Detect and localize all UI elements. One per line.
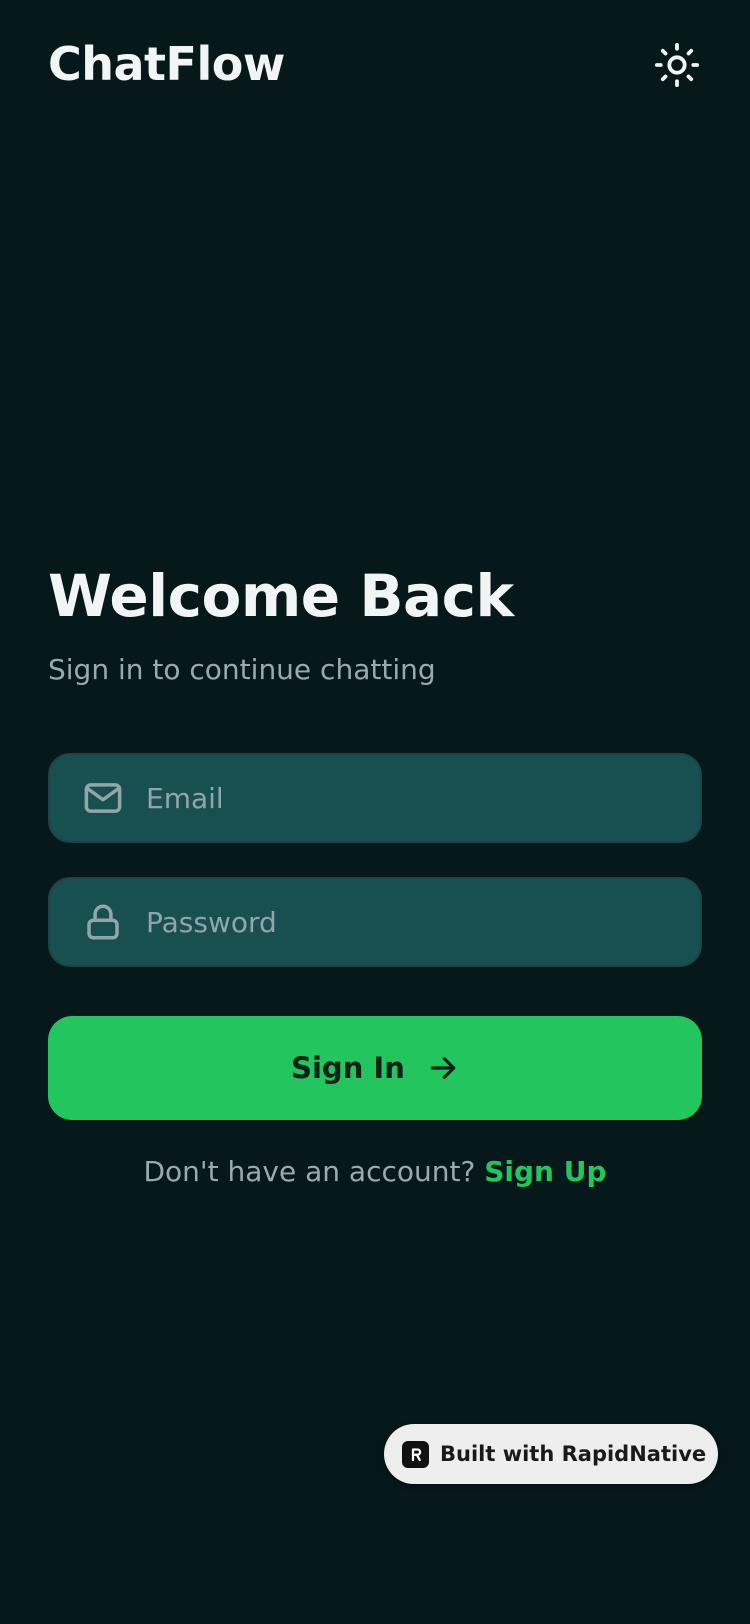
- theme-toggle-button[interactable]: [650, 38, 704, 92]
- arrow-right-icon: [430, 1057, 456, 1079]
- sun-icon: [654, 42, 700, 88]
- sign-in-label: Sign In: [291, 1051, 405, 1085]
- sign-in-button[interactable]: Sign In: [48, 1016, 702, 1120]
- lock-icon: [87, 904, 119, 940]
- welcome-title: Welcome Back: [48, 562, 514, 630]
- password-input[interactable]: [146, 879, 686, 965]
- signup-prompt-row: Don't have an account? Sign Up: [0, 1152, 750, 1192]
- badge-label: Built with RapidNative: [440, 1442, 707, 1466]
- password-field[interactable]: [48, 877, 702, 967]
- mail-icon: [84, 783, 122, 813]
- built-with-badge[interactable]: Built with RapidNative: [384, 1424, 718, 1484]
- email-input[interactable]: [146, 755, 686, 841]
- login-screen: ChatFlow Welcome Back Sign in to continu…: [0, 0, 750, 1624]
- rapidnative-logo-icon: [402, 1440, 429, 1468]
- signup-prompt-text: Don't have an account?: [143, 1155, 476, 1188]
- welcome-subtitle: Sign in to continue chatting: [48, 653, 436, 686]
- email-field[interactable]: [48, 753, 702, 843]
- app-title: ChatFlow: [48, 37, 285, 91]
- sign-up-link[interactable]: Sign Up: [484, 1155, 606, 1188]
